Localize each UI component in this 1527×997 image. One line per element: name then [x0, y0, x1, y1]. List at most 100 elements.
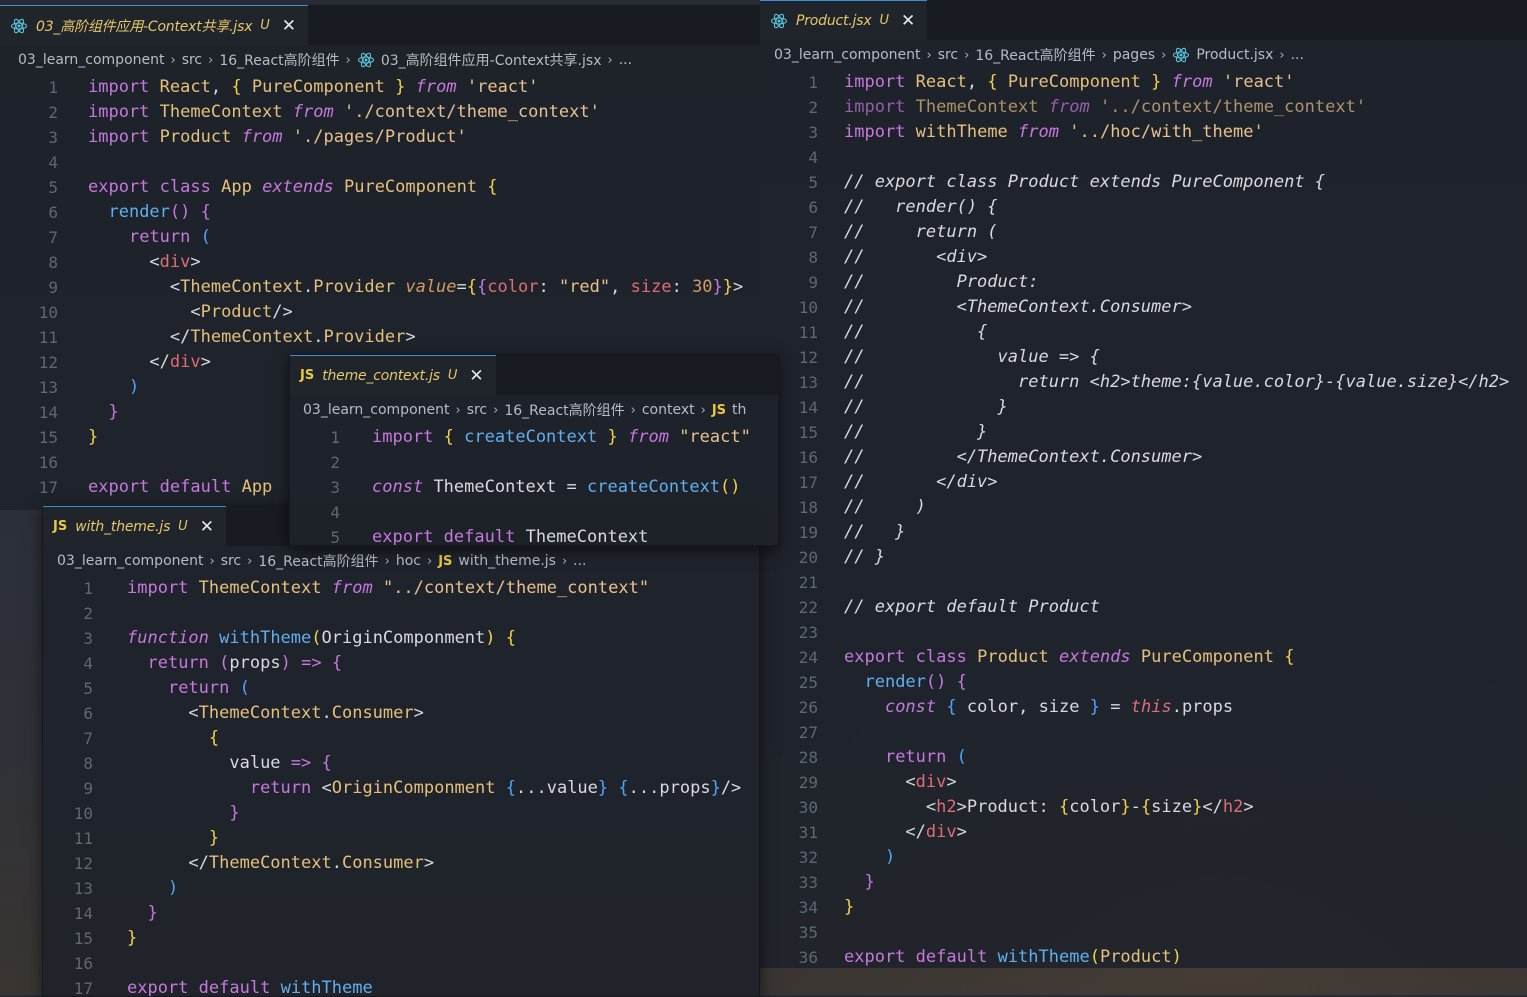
code-line: 7 // return ( — [760, 220, 1527, 245]
code-token: props — [659, 778, 711, 798]
line-number: 16 — [38, 453, 58, 472]
code-line: 35 — [760, 920, 1527, 945]
code-token: } — [818, 895, 854, 920]
code-token: div — [159, 252, 191, 272]
code-token: } — [844, 897, 855, 917]
breadcrumb-item[interactable]: pages — [1113, 47, 1155, 63]
breadcrumb-item[interactable]: ... — [1291, 47, 1304, 63]
code-line: 5 // export class Product extends PureCom… — [760, 170, 1527, 195]
chevron-right-icon: › — [493, 402, 499, 418]
breadcrumb-item[interactable]: 03_learn_component — [774, 47, 920, 63]
code-token: PureComponent — [343, 177, 478, 197]
line-number: 27 — [798, 723, 818, 742]
code-token: { — [505, 628, 517, 648]
code-token: // } — [844, 522, 906, 542]
code-token: } — [818, 870, 874, 895]
code-area[interactable]: 1 import { createContext } from "react" 2… — [290, 425, 778, 545]
breadcrumb-item[interactable]: src — [182, 52, 202, 68]
breadcrumb-item[interactable]: th — [732, 402, 746, 418]
breadcrumb-item[interactable]: with_theme.js — [458, 553, 556, 569]
line-number: 5 — [83, 679, 93, 698]
line-number: 4 — [330, 503, 340, 522]
code-token: } — [607, 427, 618, 447]
code-token: value — [405, 277, 457, 297]
code-token: { — [331, 653, 343, 673]
code-token: </ThemeContext.Provider> — [88, 327, 416, 347]
tab-label: 03_高阶组件应用-Context共享.jsx — [36, 18, 253, 35]
line-number: 2 — [330, 453, 340, 472]
breadcrumb-item[interactable]: 03_高阶组件应用-Context共享.jsx — [381, 50, 602, 70]
close-icon[interactable]: ✕ — [200, 517, 214, 537]
code-line: 21 — [760, 570, 1527, 595]
code-token: export default withTheme(Product) — [818, 945, 1182, 968]
line-number: 6 — [83, 704, 93, 723]
close-icon[interactable]: ✕ — [901, 11, 915, 31]
code-line: 3 import withTheme from '../hoc/with_them… — [760, 120, 1527, 145]
line-number: 34 — [798, 898, 818, 917]
code-area[interactable]: 1 import ThemeContext from "../context/th… — [43, 576, 759, 996]
code-token: Product — [159, 127, 232, 147]
code-token: { — [1058, 797, 1070, 817]
breadcrumb-item[interactable]: ... — [619, 52, 632, 68]
tab-theme-context[interactable]: JS theme_context.js U ✕ — [290, 355, 496, 395]
code-token: 30 — [692, 277, 713, 297]
breadcrumb-item[interactable]: 16_React高阶组件 — [258, 551, 378, 571]
code-token: => — [290, 753, 312, 773]
breadcrumb-item[interactable]: 16_React高阶组件 — [219, 50, 339, 70]
code-token: './pages/Product' — [292, 127, 467, 147]
line-number: 7 — [808, 223, 818, 242]
breadcrumb-item[interactable]: 03_learn_component — [18, 52, 164, 68]
code-line: 8 value => { — [43, 751, 759, 776]
code-token: import withTheme from '../hoc/with_theme… — [818, 120, 1264, 145]
react-icon — [357, 52, 374, 68]
breadcrumb-item[interactable]: 16_React高阶组件 — [504, 400, 624, 420]
code-token: () — [925, 672, 947, 692]
code-token: from — [415, 77, 457, 97]
breadcrumb-item[interactable]: 16_React高阶组件 — [975, 45, 1095, 65]
breadcrumb-item[interactable]: hoc — [396, 553, 421, 569]
code-token: class — [159, 177, 211, 197]
code-line: 3 const ThemeContext = createContext() — [290, 475, 778, 500]
line-number: 13 — [73, 879, 93, 898]
tab-with-theme[interactable]: JS with_theme.js U ✕ — [43, 506, 226, 546]
code-token: from — [331, 578, 373, 598]
code-token: ) — [58, 375, 139, 400]
code-token: } — [58, 400, 118, 425]
code-token: export — [88, 477, 150, 497]
code-token: // </ThemeContext.Consumer> — [844, 447, 1203, 467]
breadcrumb-item[interactable]: ... — [573, 553, 586, 569]
code-token: } — [127, 928, 138, 948]
code-line: 10 } — [43, 801, 759, 826]
close-icon[interactable]: ✕ — [282, 16, 296, 36]
code-line: 24 export class Product extends PureCompo… — [760, 645, 1527, 670]
breadcrumb-item[interactable]: src — [467, 402, 487, 418]
code-token: // { — [844, 322, 988, 342]
breadcrumb-item[interactable]: 03_learn_component — [57, 553, 203, 569]
code-token: ) — [280, 653, 291, 673]
code-token: // export default Product — [844, 597, 1100, 617]
breadcrumb-item[interactable]: src — [938, 47, 958, 63]
code-token: value — [229, 753, 281, 773]
code-line: 2 import ThemeContext from './context/the… — [0, 100, 760, 125]
code-line: 5 export default ThemeContext — [290, 525, 778, 545]
code-token: } — [395, 77, 406, 97]
code-area[interactable]: 1 import React, { PureComponent } from 'r… — [760, 70, 1527, 968]
breadcrumb-item[interactable]: Product.jsx — [1196, 47, 1273, 63]
breadcrumb-item[interactable]: 03_learn_component — [303, 402, 449, 418]
chevron-right-icon: › — [607, 52, 613, 68]
chevron-right-icon: › — [455, 402, 461, 418]
js-file-icon: JS — [53, 519, 68, 534]
line-number: 14 — [73, 904, 93, 923]
code-token: // export class Product extends PureComp… — [844, 172, 1326, 192]
code-token: { — [505, 778, 516, 798]
tab-app[interactable]: 03_高阶组件应用-Context共享.jsx U ✕ — [0, 5, 309, 45]
close-icon[interactable]: ✕ — [469, 366, 483, 386]
breadcrumb-item[interactable]: context — [642, 402, 695, 418]
code-token: import — [127, 578, 189, 598]
tab-product[interactable]: Product.jsx U ✕ — [760, 0, 928, 40]
code-token: '../hoc/with_theme' — [1069, 122, 1264, 142]
code-token: ) — [818, 845, 895, 870]
breadcrumb-item[interactable]: src — [221, 553, 241, 569]
